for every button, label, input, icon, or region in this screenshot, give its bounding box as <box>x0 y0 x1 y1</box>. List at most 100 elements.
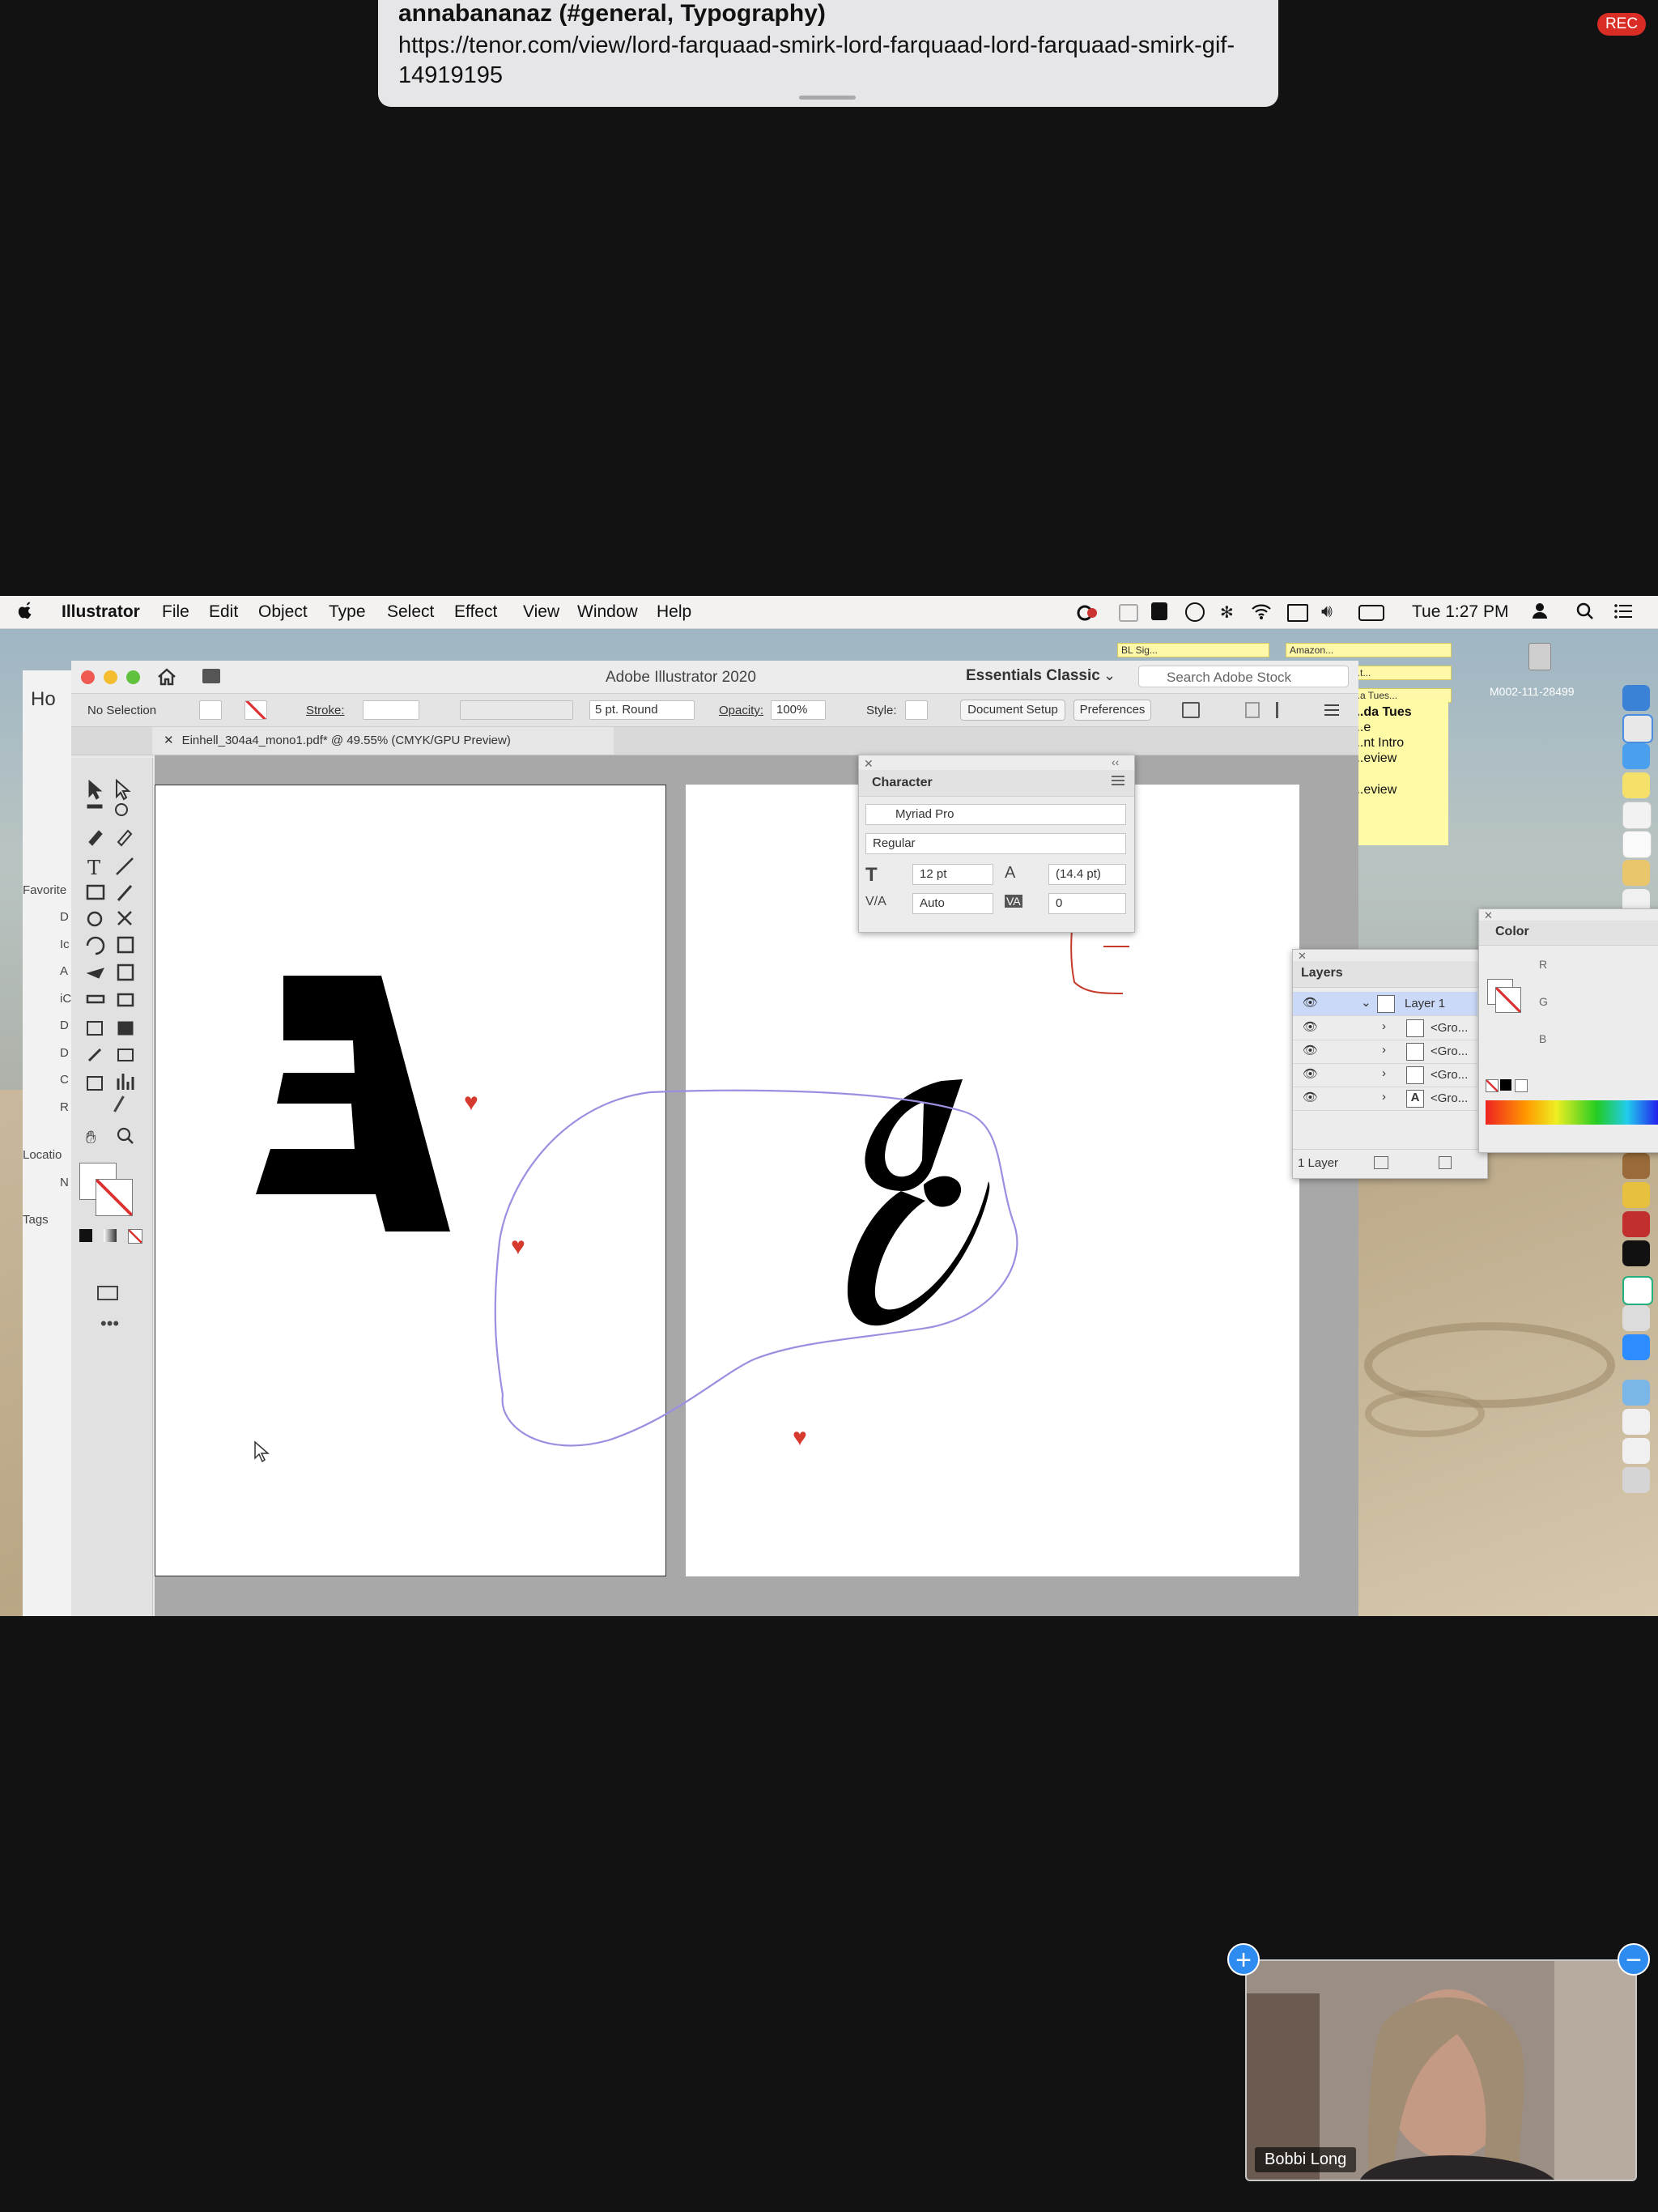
menu-help[interactable]: Help <box>657 602 691 622</box>
stroke-swatch[interactable] <box>244 700 267 720</box>
screen-share-icon[interactable] <box>1119 604 1138 622</box>
preferences-button[interactable]: Preferences <box>1073 700 1151 721</box>
font-family-field[interactable]: Myriad Pro <box>865 804 1126 825</box>
battery-icon[interactable] <box>1358 605 1384 621</box>
leading-field[interactable]: (14.4 pt) <box>1048 864 1126 885</box>
layer-name[interactable]: Layer 1 <box>1405 997 1445 1010</box>
s-app-icon[interactable] <box>1151 602 1167 620</box>
eye-icon[interactable]: 👁︎ <box>1303 1090 1318 1104</box>
menu-edit[interactable]: Edit <box>209 602 238 622</box>
stroke-weight-field[interactable] <box>363 700 419 720</box>
participant-video[interactable]: Bobbi Long <box>1245 1959 1637 2181</box>
finder-item[interactable]: Ic <box>60 938 70 951</box>
finder-item[interactable]: C <box>60 1073 69 1087</box>
panel-menu-icon[interactable] <box>1323 702 1341 718</box>
align-icon[interactable] <box>1182 702 1200 718</box>
menu-object[interactable]: Object <box>258 602 308 622</box>
accessibility-icon[interactable] <box>1185 602 1205 622</box>
finder-item[interactable]: A <box>60 964 68 978</box>
none-mode-icon[interactable] <box>128 1229 142 1244</box>
calendar-icon[interactable] <box>1622 802 1652 829</box>
hand-tool-icon[interactable]: ✋︎ <box>86 1127 96 1148</box>
stroke-color-icon[interactable] <box>96 1179 133 1216</box>
notification-grabber[interactable] <box>799 96 856 100</box>
eye-icon[interactable]: 👁︎ <box>1303 995 1318 1010</box>
finder-item[interactable]: D <box>60 910 69 924</box>
finder-item[interactable]: D <box>60 1019 69 1032</box>
panel-menu-icon[interactable] <box>1112 775 1124 786</box>
apple-icon[interactable] <box>18 601 34 620</box>
sublayer-name[interactable]: <Gro... <box>1431 1091 1468 1105</box>
document-tab[interactable]: ✕ Einhell_304a4_mono1.pdf* @ 49.55% (CMYK… <box>152 727 614 755</box>
chrome-icon[interactable] <box>1622 714 1653 743</box>
stroke-color-icon[interactable] <box>1495 987 1521 1013</box>
document-icon[interactable] <box>1622 1409 1650 1435</box>
change-screen-mode-icon[interactable] <box>97 1286 118 1300</box>
menu-view[interactable]: View <box>523 602 559 622</box>
variable-width-profile[interactable] <box>460 700 573 720</box>
notes-icon[interactable] <box>1622 860 1650 886</box>
finder-item[interactable]: N <box>60 1176 69 1189</box>
finder-icon[interactable] <box>1622 685 1650 711</box>
finder-item[interactable]: D <box>60 1046 69 1060</box>
close-icon[interactable] <box>81 670 95 684</box>
color-mode-icon[interactable] <box>79 1229 92 1242</box>
zoom-tool-icon[interactable] <box>117 1127 134 1145</box>
app-icon[interactable] <box>1622 1211 1650 1237</box>
brush-definition[interactable]: 5 pt. Round <box>589 700 695 720</box>
document-setup-button[interactable]: Document Setup <box>960 700 1065 721</box>
bluetooth-icon[interactable]: ✻ <box>1220 602 1234 623</box>
fill-swatch[interactable] <box>199 700 222 720</box>
finder-item[interactable]: R <box>60 1100 69 1114</box>
black-swatch[interactable] <box>1500 1079 1511 1091</box>
app-icon[interactable] <box>1622 1305 1650 1331</box>
slice-tool-icon[interactable] <box>113 1095 140 1121</box>
menu-file[interactable]: File <box>162 602 189 622</box>
volume-icon[interactable]: 🔊︎ <box>1321 601 1333 622</box>
wifi-icon[interactable] <box>1251 602 1272 620</box>
user-icon[interactable] <box>1533 602 1547 619</box>
menubar-clock[interactable]: Tue 1:27 PM <box>1412 602 1508 622</box>
menubar-app-name[interactable]: Illustrator <box>62 602 140 622</box>
sublayer-row[interactable]: 👁︎ › <Gro... <box>1293 1016 1477 1040</box>
notification-message[interactable]: https://tenor.com/view/lord-farquaad-smi… <box>398 31 1256 91</box>
artboard-tool-icon[interactable] <box>86 1100 104 1117</box>
none-swatch[interactable] <box>1486 1079 1499 1092</box>
arrange-documents-icon[interactable] <box>202 669 220 683</box>
close-tab-icon[interactable]: ✕ <box>164 734 174 747</box>
sublayer-row[interactable]: 👁︎ › A <Gro... <box>1293 1087 1477 1111</box>
distribute-icon[interactable] <box>1276 702 1294 718</box>
chevron-down-icon[interactable]: ⌄ <box>1103 667 1116 684</box>
chevron-right-icon[interactable]: › <box>1382 1019 1386 1033</box>
export-icon[interactable] <box>1374 1156 1388 1169</box>
disk-label[interactable]: M002-111-28499 <box>1490 685 1575 698</box>
opacity-field[interactable]: 100% <box>771 700 826 720</box>
kerning-field[interactable]: Auto <box>912 893 993 914</box>
layers-panel-tab[interactable]: Layers <box>1293 961 1487 988</box>
color-panel-tab[interactable]: Color <box>1479 921 1658 946</box>
notification-banner[interactable]: annabananaz (#general, Typography) https… <box>378 0 1278 107</box>
workspace-switcher[interactable]: Essentials Classic <box>966 667 1100 685</box>
creative-cloud-icon[interactable] <box>1077 603 1099 621</box>
opacity-label[interactable]: Opacity: <box>719 704 763 717</box>
appletv-icon[interactable] <box>1622 1240 1650 1266</box>
photos-icon[interactable] <box>1622 1182 1650 1208</box>
sublayer-name[interactable]: <Gro... <box>1431 1044 1468 1058</box>
chevron-right-icon[interactable]: › <box>1382 1090 1386 1104</box>
character-panel-tab[interactable]: Character <box>859 770 1134 797</box>
color-spectrum[interactable] <box>1486 1100 1658 1125</box>
pasteboard[interactable]: ♥ ♥ ♥ <box>155 755 1358 1616</box>
textedit-icon[interactable] <box>1622 831 1652 858</box>
app-icon[interactable] <box>1622 1276 1653 1305</box>
desktop-note[interactable]: Amazon... <box>1286 643 1452 657</box>
sublayer-name[interactable]: <Gro... <box>1431 1068 1468 1082</box>
graphic-style-swatch[interactable] <box>905 700 928 720</box>
disk-icon[interactable] <box>1528 643 1551 670</box>
sublayer-row[interactable]: 👁︎ › <Gro... <box>1293 1063 1477 1087</box>
safari-icon[interactable] <box>1622 743 1650 769</box>
transform-icon[interactable] <box>1245 702 1260 718</box>
font-size-field[interactable]: 12 pt <box>912 864 993 885</box>
minimize-icon[interactable] <box>104 670 117 684</box>
eye-icon[interactable]: 👁︎ <box>1303 1043 1318 1057</box>
collapse-panel-icon[interactable]: ‹‹ <box>1112 755 1119 768</box>
